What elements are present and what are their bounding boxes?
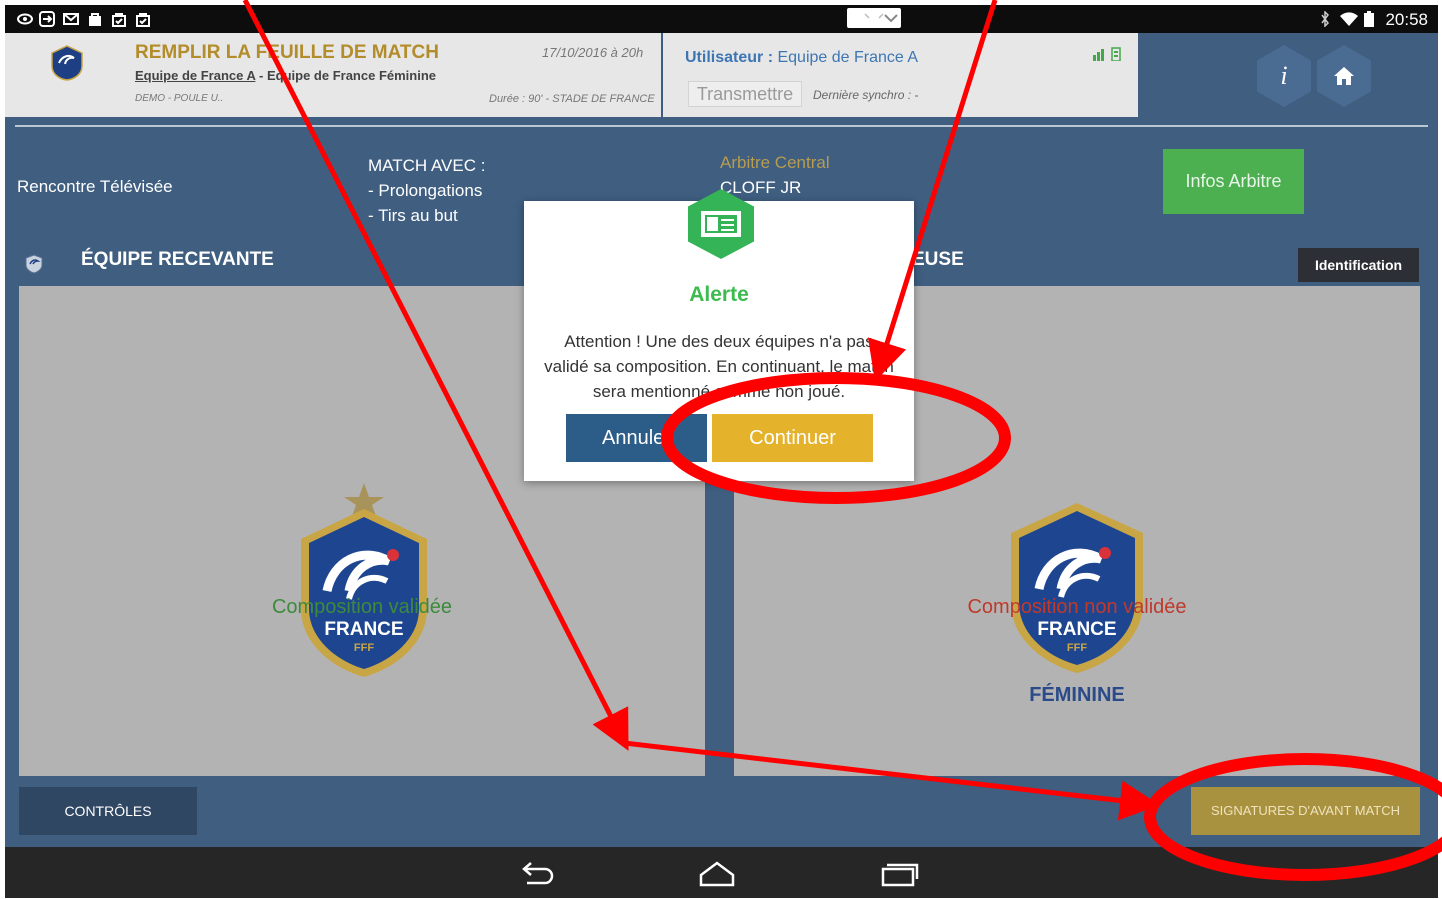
signal-battery-icon — [1093, 47, 1123, 64]
teams-separator: - — [255, 68, 267, 83]
header-divider — [15, 125, 1428, 127]
recent-apps-icon[interactable] — [877, 855, 921, 891]
wifi-icon — [1339, 11, 1359, 27]
pre-match-signatures-button[interactable]: SIGNATURES D'AVANT MATCH — [1191, 787, 1420, 835]
referee-info-button[interactable]: Infos Arbitre — [1163, 149, 1304, 214]
user-label: Utilisateur : — [685, 49, 774, 66]
home-icon — [1334, 67, 1354, 85]
continue-button[interactable]: Continuer — [712, 414, 873, 462]
home-team-heading: ÉQUIPE RECEVANTE — [81, 249, 274, 270]
remote-icon — [39, 11, 55, 27]
crest-text: FRANCE — [324, 619, 403, 640]
back-icon[interactable] — [515, 855, 559, 891]
fff-logo-icon — [25, 254, 43, 274]
user-panel: Utilisateur : Equipe de France A Transme… — [663, 33, 1138, 117]
alert-dialog: Alerte Attention ! Une des deux équipes … — [524, 189, 914, 481]
duration-venue: Durée : 90' - STADE DE FRANCE — [489, 93, 655, 105]
bag-icon — [87, 11, 103, 27]
gmail-icon — [63, 11, 79, 27]
competition-name: DEMO - POULE U.. — [135, 93, 224, 104]
status-bar: 20:58 — [5, 5, 1438, 33]
battery-icon — [1363, 11, 1375, 27]
page-title: REMPLIR LA FEUILLE DE MATCH — [135, 42, 439, 63]
home-composition-status: Composition validée — [271, 596, 453, 618]
match-date: 17/10/2016 à 20h — [542, 45, 644, 60]
bag-check-icon — [135, 11, 151, 27]
home-nav-icon[interactable] — [695, 855, 739, 891]
away-team-name: Equipe de France Féminine — [266, 68, 437, 83]
fff-crest-feminine-icon: FRANCE FFF — [1011, 503, 1143, 673]
bluetooth-icon — [1317, 10, 1333, 28]
cancel-button[interactable]: Annuler — [566, 414, 707, 462]
crest-subtext: FFF — [354, 642, 374, 654]
last-sync: Dernière synchro : - — [813, 88, 919, 102]
info-button[interactable]: i — [1257, 45, 1311, 107]
feminine-caption: FÉMININE — [1029, 684, 1125, 706]
bag-check-icon — [111, 11, 127, 27]
controls-button[interactable]: CONTRÔLES — [19, 787, 197, 835]
fff-crest-icon: FRANCE FFF — [301, 483, 427, 677]
alert-message: Attention ! Une des deux équipes n'a pas… — [544, 332, 894, 401]
app-header: REMPLIR LA FEUILLE DE MATCH 17/10/2016 à… — [5, 33, 1438, 117]
match-option-item: - Tirs au but — [368, 206, 458, 225]
user-info: Utilisateur : Equipe de France A — [685, 49, 918, 67]
transmit-button[interactable]: Transmettre — [688, 81, 802, 107]
away-composition-status: Composition non validée — [967, 596, 1187, 618]
referee-label: Arbitre Central — [720, 153, 830, 172]
televised-label: Rencontre Télévisée — [17, 177, 173, 196]
home-button[interactable] — [1317, 45, 1371, 107]
alert-title: Alerte — [689, 283, 749, 306]
match-options-title: MATCH AVEC : — [368, 156, 486, 175]
match-teams: Equipe de France A - Equipe de France Fé… — [135, 68, 436, 83]
match-option-item: - Prolongations — [368, 181, 483, 200]
clock: 20:58 — [1385, 10, 1428, 29]
tablet-screen: 20:58 REMPLIR LA FEUILLE DE MATCH 17/10/… — [5, 5, 1438, 898]
crest-subtext: FFF — [1067, 642, 1087, 654]
fff-logo-icon — [51, 45, 83, 81]
alert-hex-badge — [688, 189, 754, 259]
crest-text: FRANCE — [1037, 619, 1116, 640]
user-value: Equipe de France A — [777, 49, 919, 66]
identification-button[interactable]: Identification — [1298, 248, 1419, 282]
android-nav-bar — [5, 847, 1438, 898]
id-card-icon — [701, 211, 741, 237]
expand-handle-icon[interactable] — [847, 8, 901, 28]
match-summary: REMPLIR LA FEUILLE DE MATCH 17/10/2016 à… — [5, 33, 661, 117]
eye-icon — [17, 11, 33, 27]
match-options: MATCH AVEC : - Prolongations - Tirs au b… — [368, 153, 485, 228]
away-team-heading: EUSE — [912, 249, 964, 270]
home-team-link[interactable]: Equipe de France A — [135, 68, 255, 83]
